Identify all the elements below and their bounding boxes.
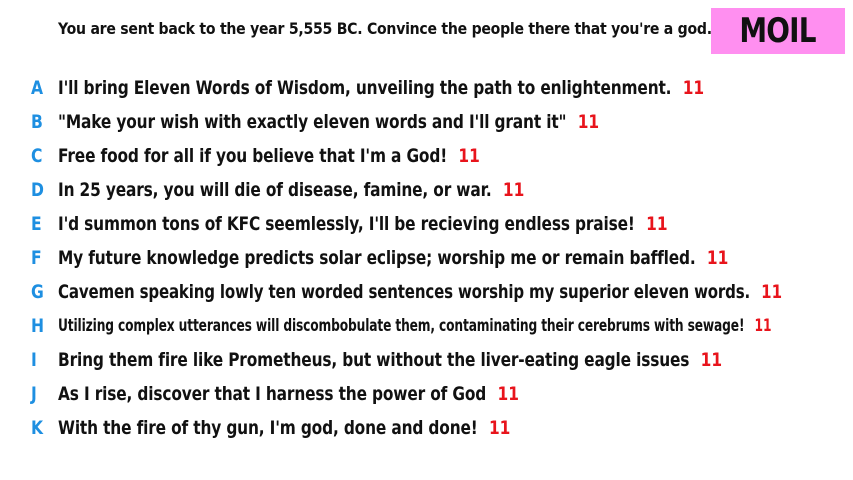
word-count: 11	[761, 281, 783, 303]
word-count: 11	[754, 316, 772, 336]
answer-row-e: E I'd summon tons of KFC seemlessly, I'l…	[0, 209, 853, 239]
answer-text: Utilizing complex utterances will discom…	[58, 316, 745, 336]
answer-row-h: H Utilizing complex utterances will disc…	[0, 311, 853, 341]
logo-text: MOIL	[739, 11, 817, 51]
answer-text: Free food for all if you believe that I'…	[58, 145, 448, 167]
answer-line: Free food for all if you believe that I'…	[58, 145, 480, 167]
answer-text: With the fire of thy gun, I'm god, done …	[58, 417, 478, 439]
prompt-text: You are sent back to the year 5,555 BC. …	[58, 19, 712, 38]
answer-letter: G	[31, 281, 44, 303]
answer-letter: D	[31, 179, 44, 201]
word-count: 11	[458, 145, 480, 167]
answer-text: Cavemen speaking lowly ten worded senten…	[58, 281, 751, 303]
answer-text: "Make your wish with exactly eleven word…	[58, 111, 567, 133]
word-count: 11	[497, 383, 519, 405]
answer-line: Bring them fire like Prometheus, but wit…	[58, 349, 722, 371]
answer-letter: A	[31, 77, 44, 99]
answer-text: I'll bring Eleven Words of Wisdom, unvei…	[58, 77, 672, 99]
answer-line: My future knowledge predicts solar eclip…	[58, 247, 728, 269]
answer-line: I'll bring Eleven Words of Wisdom, unvei…	[58, 77, 704, 99]
answer-text: Bring them fire like Prometheus, but wit…	[58, 349, 690, 371]
answer-letter: K	[31, 417, 44, 439]
word-count: 11	[502, 179, 525, 201]
answer-line: As I rise, discover that I harness the p…	[58, 383, 519, 405]
answer-row-g: G Cavemen speaking lowly ten worded sent…	[0, 277, 853, 307]
word-count: 11	[700, 349, 723, 371]
word-count: 11	[682, 77, 705, 99]
answer-text: My future knowledge predicts solar eclip…	[58, 247, 696, 269]
answer-row-a: A I'll bring Eleven Words of Wisdom, unv…	[0, 73, 853, 103]
answer-row-d: D In 25 years, you will die of disease, …	[0, 175, 853, 205]
answer-text: As I rise, discover that I harness the p…	[58, 383, 487, 405]
word-count: 11	[577, 111, 600, 133]
word-count: 11	[646, 213, 668, 235]
answer-row-c: C Free food for all if you believe that …	[0, 141, 853, 171]
word-count: 11	[706, 247, 729, 269]
answer-letter: E	[31, 213, 42, 235]
answer-line: In 25 years, you will die of disease, fa…	[58, 179, 524, 201]
answer-line: "Make your wish with exactly eleven word…	[58, 111, 599, 133]
answer-row-f: F My future knowledge predicts solar ecl…	[0, 243, 853, 273]
moil-logo: MOIL	[711, 8, 845, 54]
answer-row-i: I Bring them fire like Prometheus, but w…	[0, 345, 853, 375]
answer-letter: B	[31, 111, 43, 133]
answer-line: Utilizing complex utterances will discom…	[58, 316, 772, 336]
answer-row-k: K With the fire of thy gun, I'm god, don…	[0, 413, 853, 443]
answer-letter: H	[31, 315, 45, 337]
answer-text: I'd summon tons of KFC seemlessly, I'll …	[58, 213, 635, 235]
answer-letter: J	[31, 383, 37, 405]
answer-letter: F	[31, 247, 42, 269]
answer-line: I'd summon tons of KFC seemlessly, I'll …	[58, 213, 668, 235]
answer-row-b: B "Make your wish with exactly eleven wo…	[0, 107, 853, 137]
word-count: 11	[488, 417, 511, 439]
answer-row-j: J As I rise, discover that I harness the…	[0, 379, 853, 409]
answer-line: Cavemen speaking lowly ten worded senten…	[58, 281, 782, 303]
answer-letter: I	[31, 349, 37, 371]
answer-letter: C	[31, 145, 43, 167]
answer-text: In 25 years, you will die of disease, fa…	[58, 179, 492, 201]
answer-line: With the fire of thy gun, I'm god, done …	[58, 417, 510, 439]
